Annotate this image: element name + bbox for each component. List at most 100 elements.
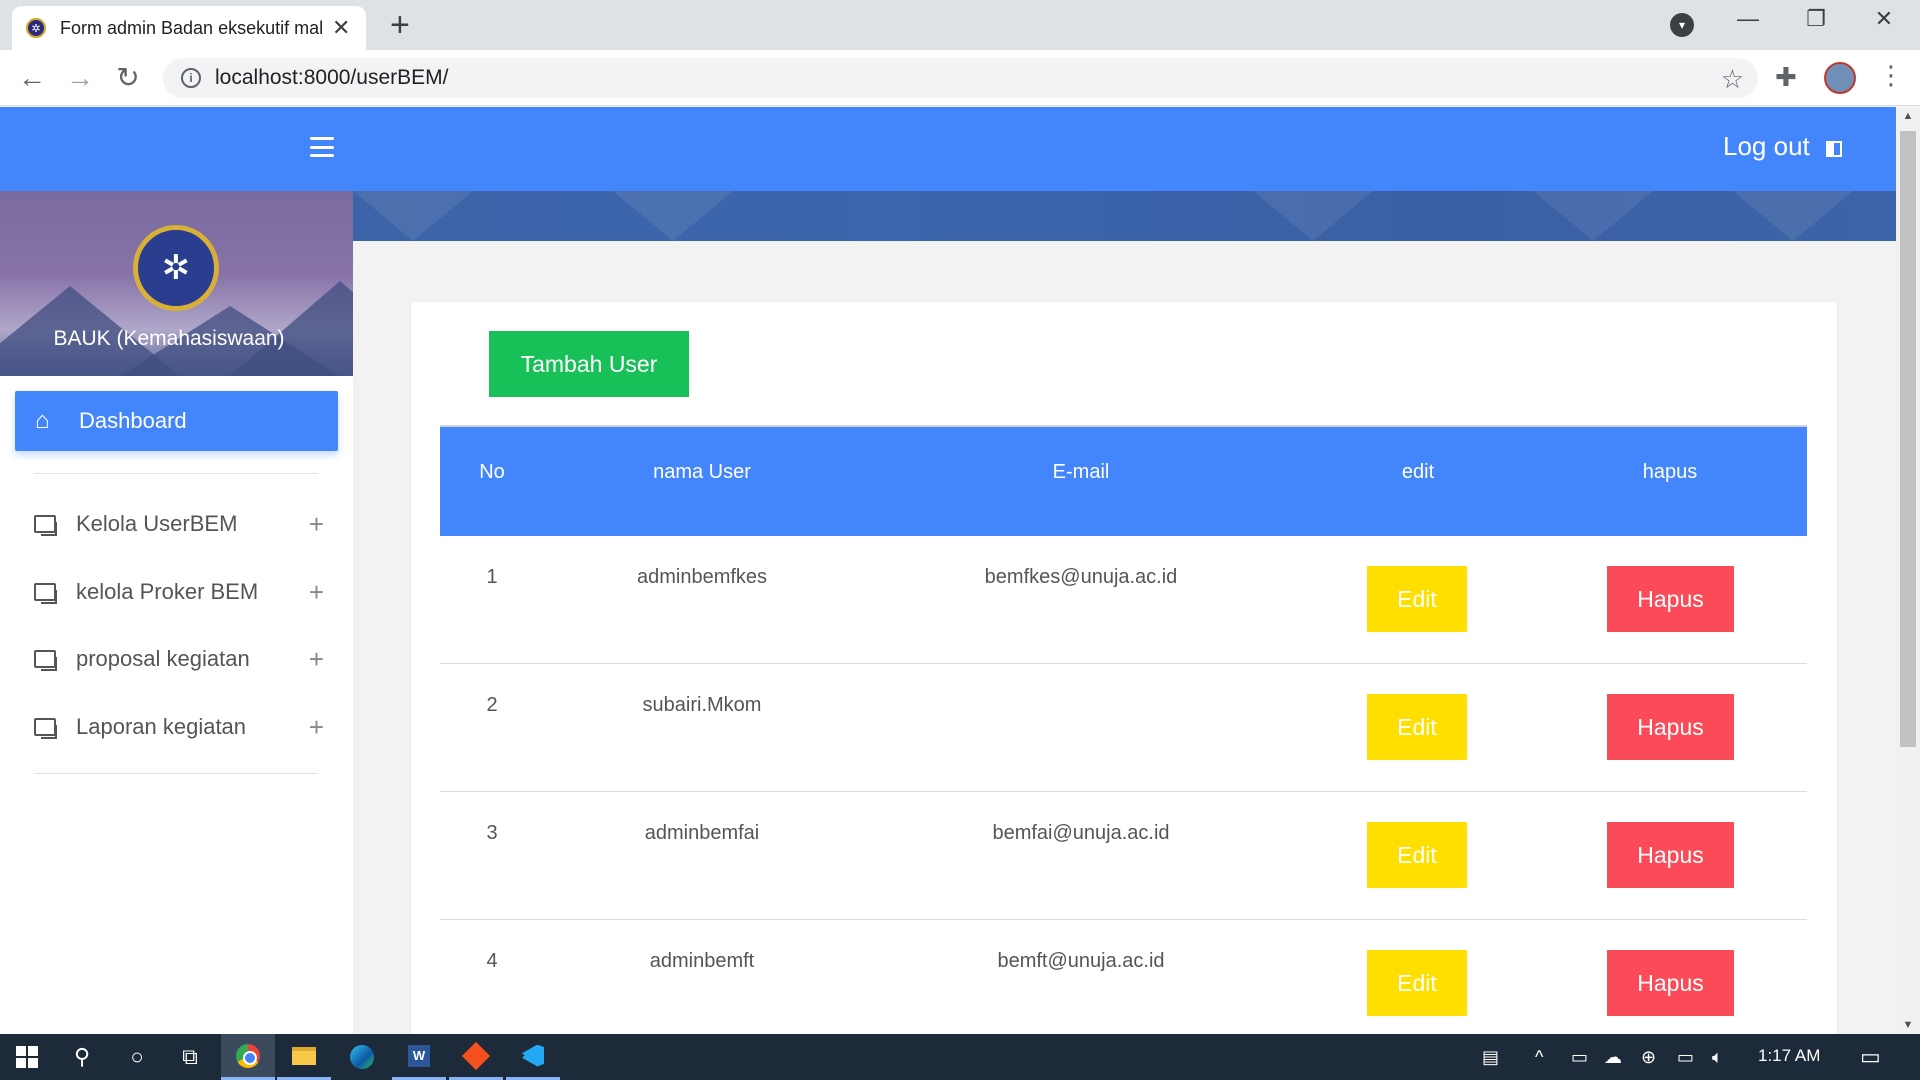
url-text[interactable]: localhost:8000/userBEM/ [215, 66, 448, 90]
profile-avatar[interactable] [1824, 62, 1856, 94]
vscode-icon [522, 1044, 544, 1067]
sidebar-item-label: kelola Proker BEM [76, 579, 259, 604]
taskbar-clock[interactable]: 1:17 AM [1758, 1046, 1820, 1066]
site-info-icon[interactable]: i [181, 68, 201, 88]
tab-title: Form admin Badan eksekutif mahasiswa [60, 17, 322, 38]
tab-close-icon[interactable]: ✕ [332, 17, 350, 39]
site-favicon-icon: ✲ [26, 18, 46, 38]
edit-button[interactable]: Edit [1367, 950, 1467, 1016]
sidebar-item-proposal[interactable]: proposal kegiatan + [34, 639, 324, 679]
news-icon[interactable]: ▤ [1482, 1034, 1499, 1080]
cortana-icon[interactable]: ○ [110, 1034, 164, 1080]
reload-icon[interactable]: ↻ [110, 60, 146, 96]
table-row: 4 adminbemft bemft@unuja.ac.id Edit Hapu… [440, 920, 1807, 1034]
search-icon[interactable]: ⚲ [55, 1034, 109, 1080]
taskbar-edge[interactable] [335, 1034, 389, 1080]
page-scrollbar[interactable]: ▲ ▼ [1896, 107, 1920, 1034]
new-tab-button[interactable]: + [390, 8, 410, 42]
minimize-button[interactable]: — [1728, 6, 1768, 32]
tab-search-icon[interactable]: ▾ [1670, 13, 1694, 37]
edit-button[interactable]: Edit [1367, 822, 1467, 888]
university-logo-icon: ✲ [133, 225, 219, 311]
cell-email: bemft@unuja.ac.id [997, 950, 1165, 972]
logout-icon[interactable] [1826, 141, 1842, 157]
sidebar-item-label: Kelola UserBEM [76, 511, 238, 536]
browser-tab[interactable]: ✲ Form admin Badan eksekutif mahasiswa ✕ [12, 6, 366, 50]
sidebar-title: BAUK (Kemahasiswaan) [53, 327, 285, 350]
notification-icon[interactable]: ▭ [1860, 1034, 1881, 1080]
table-row: 2 subairi.Mkom Edit Hapus [440, 664, 1807, 792]
expand-plus-icon[interactable]: + [309, 644, 324, 675]
chrome-icon [236, 1043, 260, 1068]
sidebar-item-kelola-proker[interactable]: kelola Proker BEM + [34, 572, 324, 612]
cell-name: subairi.Mkom [642, 694, 762, 716]
delete-button[interactable]: Hapus [1607, 950, 1734, 1016]
taskbar-git[interactable] [449, 1034, 503, 1080]
extensions-puzzle-icon[interactable]: ✚ [1775, 62, 1797, 93]
taskbar-file-explorer[interactable] [277, 1034, 331, 1080]
web-page: Log out ✲ BAUK (Kemahasiswaan) ⌂ Dashboa… [0, 107, 1896, 1034]
meet-now-icon[interactable]: ▭ [1571, 1034, 1588, 1080]
windows-logo-icon [16, 1046, 38, 1068]
battery-icon[interactable]: ▭ [1677, 1034, 1694, 1080]
cell-no: 3 [486, 822, 498, 844]
copy-icon [34, 718, 57, 739]
sidebar-divider [34, 473, 318, 474]
taskbar-chrome[interactable] [221, 1034, 275, 1080]
browser-menu-icon[interactable]: ⋮ [1878, 60, 1904, 91]
cell-no: 2 [486, 694, 498, 716]
scroll-up-arrow-icon[interactable]: ▲ [1896, 107, 1920, 125]
taskbar-vscode[interactable] [506, 1034, 560, 1080]
add-user-button[interactable]: Tambah User [489, 331, 689, 397]
taskbar-word[interactable]: W [392, 1034, 446, 1080]
header-banner [353, 191, 1896, 241]
sidebar-item-dashboard[interactable]: ⌂ Dashboard [15, 391, 338, 451]
sidebar-header: ✲ BAUK (Kemahasiswaan) [0, 191, 353, 376]
sidebar-item-kelola-userbem[interactable]: Kelola UserBEM + [34, 504, 324, 544]
bookmark-star-icon[interactable]: ☆ [1721, 64, 1744, 95]
delete-button[interactable]: Hapus [1607, 566, 1734, 632]
network-globe-icon[interactable]: ⊕ [1641, 1034, 1656, 1080]
edit-button[interactable]: Edit [1367, 694, 1467, 760]
address-bar[interactable]: i localhost:8000/userBEM/ ☆ [163, 58, 1758, 98]
onedrive-cloud-icon[interactable]: ☁ [1604, 1034, 1622, 1080]
expand-plus-icon[interactable]: + [309, 509, 324, 540]
cell-name: adminbemfkes [636, 566, 768, 588]
column-header-hapus: hapus [1642, 461, 1698, 483]
sidebar-divider [34, 773, 318, 774]
restore-button[interactable]: ❐ [1796, 6, 1836, 32]
cell-no: 1 [486, 566, 498, 588]
hamburger-menu-icon[interactable] [310, 137, 334, 157]
cell-name: adminbemft [649, 950, 755, 972]
chevron-up-icon[interactable]: ^ [1535, 1034, 1543, 1080]
table-row: 3 adminbemfai bemfai@unuja.ac.id Edit Ha… [440, 792, 1807, 920]
scroll-down-arrow-icon[interactable]: ▼ [1896, 1016, 1920, 1034]
forward-arrow-icon[interactable]: → [62, 60, 98, 96]
column-header-edit: edit [1401, 461, 1435, 483]
delete-button[interactable]: Hapus [1607, 694, 1734, 760]
sidebar-item-laporan[interactable]: Laporan kegiatan + [34, 707, 324, 747]
cell-email: bemfai@unuja.ac.id [992, 822, 1170, 844]
column-header-no: No [479, 461, 505, 483]
volume-icon[interactable]: 🔈︎ [1712, 1034, 1723, 1080]
cell-email: bemfkes@unuja.ac.id [984, 566, 1178, 588]
close-window-button[interactable]: ✕ [1864, 6, 1904, 32]
content-card: Tambah User No nama User E-mail edit hap… [411, 302, 1837, 1034]
copy-icon [34, 515, 57, 536]
git-icon [461, 1041, 491, 1070]
delete-button[interactable]: Hapus [1607, 822, 1734, 888]
task-view-icon[interactable]: ⧉ [163, 1034, 217, 1080]
cell-name: adminbemfai [644, 822, 760, 844]
back-arrow-icon[interactable]: ← [14, 60, 50, 96]
top-navbar: Log out [0, 107, 1896, 191]
scrollbar-thumb[interactable] [1900, 131, 1916, 747]
expand-plus-icon[interactable]: + [309, 712, 324, 743]
home-icon: ⌂ [35, 407, 50, 434]
expand-plus-icon[interactable]: + [309, 577, 324, 608]
users-table: No nama User E-mail edit hapus 1 adminbe… [440, 425, 1807, 1034]
start-button[interactable] [0, 1034, 54, 1080]
word-icon: W [408, 1044, 430, 1067]
column-header-name: nama User [653, 461, 751, 483]
edit-button[interactable]: Edit [1367, 566, 1467, 632]
logout-link[interactable]: Log out [1723, 131, 1810, 162]
